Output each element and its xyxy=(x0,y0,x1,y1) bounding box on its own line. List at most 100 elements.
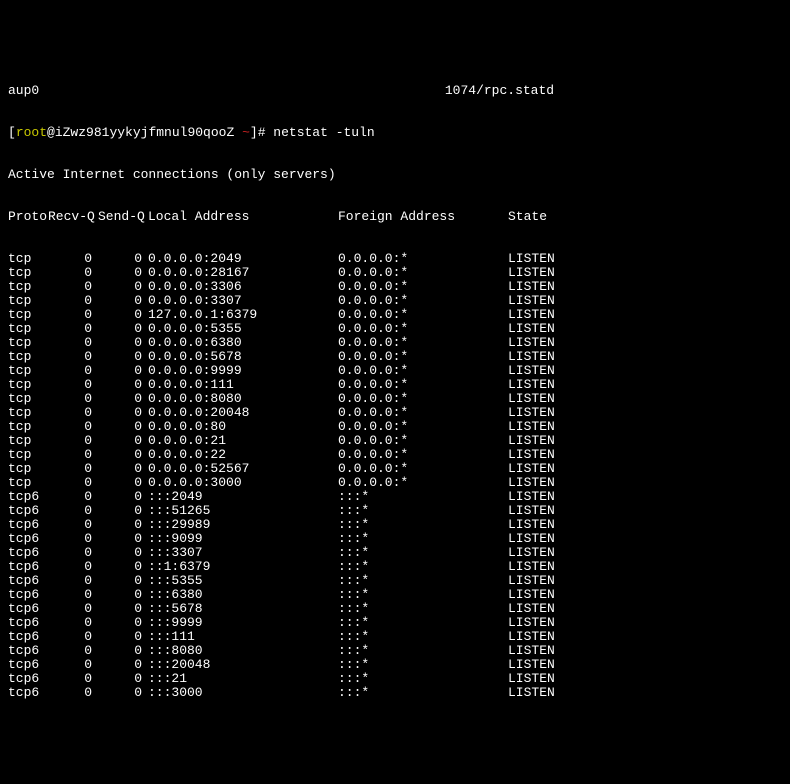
cell-recvq: 0 xyxy=(48,602,98,616)
cell-local: 0.0.0.0:111 xyxy=(148,378,338,392)
cell-foreign: :::* xyxy=(338,560,508,574)
cell-foreign: :::* xyxy=(338,630,508,644)
cell-foreign: :::* xyxy=(338,588,508,602)
column-headers: ProtoRecv-QSend-QLocal AddressForeign Ad… xyxy=(8,210,782,224)
cell-local: 0.0.0.0:9999 xyxy=(148,364,338,378)
cell-foreign: 0.0.0.0:* xyxy=(338,462,508,476)
cell-foreign: 0.0.0.0:* xyxy=(338,406,508,420)
cell-proto: tcp6 xyxy=(8,532,48,546)
cell-state: LISTEN xyxy=(508,658,588,672)
cell-state: LISTEN xyxy=(508,378,588,392)
cell-foreign: 0.0.0.0:* xyxy=(338,476,508,490)
cell-foreign: 0.0.0.0:* xyxy=(338,392,508,406)
table-row: tcp000.0.0.0:33070.0.0.0:*LISTEN xyxy=(8,294,782,308)
cell-state: LISTEN xyxy=(508,546,588,560)
cell-local: :::6380 xyxy=(148,588,338,602)
cell-proto: tcp6 xyxy=(8,602,48,616)
cell-local: :::9099 xyxy=(148,532,338,546)
prompt-host: @iZwz981yykyjfmnul90qooZ xyxy=(47,125,242,140)
cell-state: LISTEN xyxy=(508,630,588,644)
cell-recvq: 0 xyxy=(48,504,98,518)
table-row: tcp600:::5678:::*LISTEN xyxy=(8,602,782,616)
terminal-output[interactable]: aup0 1074/rpc.statd [root@iZwz981yykyjfm… xyxy=(8,56,782,714)
prompt-line[interactable]: [root@iZwz981yykyjfmnul90qooZ ~]# netsta… xyxy=(8,126,782,140)
cell-state: LISTEN xyxy=(508,308,588,322)
cell-foreign: :::* xyxy=(338,616,508,630)
cell-recvq: 0 xyxy=(48,588,98,602)
table-row: tcp000.0.0.0:30000.0.0.0:*LISTEN xyxy=(8,476,782,490)
cell-local: 0.0.0.0:2049 xyxy=(148,252,338,266)
cell-state: LISTEN xyxy=(508,420,588,434)
cell-recvq: 0 xyxy=(48,406,98,420)
cell-local: :::9999 xyxy=(148,616,338,630)
table-row: tcp600:::6380:::*LISTEN xyxy=(8,588,782,602)
cell-proto: tcp6 xyxy=(8,588,48,602)
active-connections-header: Active Internet connections (only server… xyxy=(8,168,782,182)
cell-local: :::8080 xyxy=(148,644,338,658)
cell-local: 0.0.0.0:20048 xyxy=(148,406,338,420)
cell-sendq: 0 xyxy=(98,602,148,616)
table-row: tcp000.0.0.0:33060.0.0.0:*LISTEN xyxy=(8,280,782,294)
cell-state: LISTEN xyxy=(508,294,588,308)
cell-state: LISTEN xyxy=(508,574,588,588)
cell-sendq: 0 xyxy=(98,658,148,672)
cell-proto: tcp xyxy=(8,294,48,308)
cell-local: 0.0.0.0:6380 xyxy=(148,336,338,350)
table-row: tcp600::1:6379:::*LISTEN xyxy=(8,560,782,574)
cell-foreign: 0.0.0.0:* xyxy=(338,280,508,294)
prompt-user: root xyxy=(16,125,47,140)
cell-proto: tcp6 xyxy=(8,672,48,686)
cell-local: :::2049 xyxy=(148,490,338,504)
cell-state: LISTEN xyxy=(508,616,588,630)
cell-sendq: 0 xyxy=(98,490,148,504)
table-row: tcp600:::5355:::*LISTEN xyxy=(8,574,782,588)
cell-proto: tcp xyxy=(8,462,48,476)
table-row: tcp600:::3000:::*LISTEN xyxy=(8,686,782,700)
cell-foreign: 0.0.0.0:* xyxy=(338,336,508,350)
cell-local: 0.0.0.0:3000 xyxy=(148,476,338,490)
table-row: tcp000.0.0.0:20490.0.0.0:*LISTEN xyxy=(8,252,782,266)
cell-sendq: 0 xyxy=(98,266,148,280)
cell-proto: tcp xyxy=(8,336,48,350)
cell-recvq: 0 xyxy=(48,644,98,658)
cell-proto: tcp xyxy=(8,378,48,392)
cell-local: 0.0.0.0:80 xyxy=(148,420,338,434)
cell-local: :::3000 xyxy=(148,686,338,700)
cell-foreign: 0.0.0.0:* xyxy=(338,378,508,392)
cell-sendq: 0 xyxy=(98,308,148,322)
cell-recvq: 0 xyxy=(48,686,98,700)
cell-state: LISTEN xyxy=(508,672,588,686)
cell-recvq: 0 xyxy=(48,630,98,644)
cell-proto: tcp xyxy=(8,420,48,434)
table-row: tcp00127.0.0.1:63790.0.0.0:*LISTEN xyxy=(8,308,782,322)
cell-state: LISTEN xyxy=(508,602,588,616)
cell-proto: tcp xyxy=(8,406,48,420)
cell-foreign: :::* xyxy=(338,686,508,700)
cell-foreign: 0.0.0.0:* xyxy=(338,434,508,448)
cell-proto: tcp6 xyxy=(8,616,48,630)
cell-foreign: 0.0.0.0:* xyxy=(338,322,508,336)
cell-proto: tcp6 xyxy=(8,518,48,532)
cell-sendq: 0 xyxy=(98,462,148,476)
cell-recvq: 0 xyxy=(48,322,98,336)
table-row: tcp000.0.0.0:56780.0.0.0:*LISTEN xyxy=(8,350,782,364)
cell-local: 0.0.0.0:3306 xyxy=(148,280,338,294)
cell-foreign: :::* xyxy=(338,490,508,504)
cell-sendq: 0 xyxy=(98,476,148,490)
cell-local: 0.0.0.0:3307 xyxy=(148,294,338,308)
cell-local: 0.0.0.0:5678 xyxy=(148,350,338,364)
header-sendq: Send-Q xyxy=(98,210,148,224)
cell-local: 0.0.0.0:21 xyxy=(148,434,338,448)
cell-sendq: 0 xyxy=(98,294,148,308)
cell-local: :::3307 xyxy=(148,546,338,560)
cell-proto: tcp xyxy=(8,280,48,294)
cell-local: :::5678 xyxy=(148,602,338,616)
cell-sendq: 0 xyxy=(98,392,148,406)
table-row: tcp600:::29989:::*LISTEN xyxy=(8,518,782,532)
cell-recvq: 0 xyxy=(48,476,98,490)
cell-recvq: 0 xyxy=(48,350,98,364)
cell-sendq: 0 xyxy=(98,364,148,378)
cell-foreign: 0.0.0.0:* xyxy=(338,420,508,434)
cell-sendq: 0 xyxy=(98,630,148,644)
cell-state: LISTEN xyxy=(508,644,588,658)
